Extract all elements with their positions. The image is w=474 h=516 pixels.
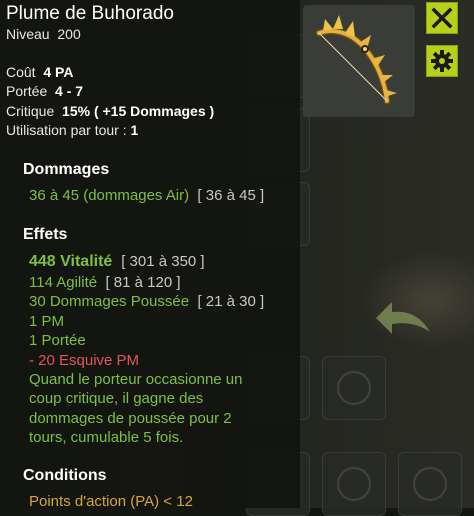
condition-line: Points d'action (PA) < 12	[29, 493, 193, 510]
effect-range: [ 21 à 30 ]	[197, 293, 265, 310]
equipment-slot[interactable]	[322, 356, 386, 420]
negative-effect: - 20 Esquive PM	[29, 352, 140, 369]
special-effect-line: coup critique, il gagne des	[29, 390, 204, 407]
uses-row: Utilisation par tour : 1	[6, 122, 138, 138]
effect-text: 448 Vitalité	[29, 253, 113, 270]
level-label: Niveau	[6, 26, 50, 42]
cost-row: Coût 4 PA	[6, 64, 73, 80]
range-label: Portée	[6, 83, 48, 99]
close-icon	[431, 7, 453, 29]
level-value: 200	[57, 26, 81, 42]
effect-range: [ 301 à 350 ]	[121, 253, 205, 270]
effect-line: 448 Vitalité [ 301 à 350 ]	[29, 253, 205, 271]
critical-value: 15% ( +15 Dommages )	[62, 103, 215, 119]
effect-line: 114 Agilité [ 81 à 120 ]	[29, 274, 181, 291]
damage-line: 36 à 45 (dommages Air) [ 36 à 45 ]	[29, 187, 264, 204]
range-value: 4 - 7	[55, 83, 84, 99]
effect-text: 114 Agilité	[29, 274, 98, 291]
cost-label: Coût	[6, 64, 36, 80]
damage-value: 36 à 45 (dommages Air)	[29, 187, 190, 204]
special-effect-line: Quand le porteur occasionne un	[29, 371, 243, 388]
damage-range: [ 36 à 45 ]	[197, 187, 265, 204]
critical-row: Critique 15% ( +15 Dommages )	[6, 103, 214, 119]
item-tooltip: Plume de Buhorado Niveau 200 Coût 4 PA P…	[0, 0, 300, 510]
uses-value: 1	[130, 122, 139, 138]
conditions-heading: Conditions	[23, 467, 107, 484]
cost-value: 4 PA	[43, 64, 74, 80]
equipment-slot[interactable]	[398, 452, 462, 516]
gear-icon	[431, 50, 453, 72]
bow-icon	[315, 15, 397, 105]
uses-label: Utilisation par tour :	[6, 122, 127, 138]
effect-text: 30 Dommages Poussée	[29, 293, 190, 310]
item-name: Plume de Buhorado	[6, 3, 174, 24]
damage-heading: Dommages	[23, 161, 110, 178]
effect-line: 30 Dommages Poussée [ 21 à 30 ]	[29, 293, 264, 310]
swap-arrow-icon	[376, 302, 430, 334]
close-button[interactable]	[426, 2, 458, 34]
range-row: Portée 4 - 7	[6, 83, 83, 99]
item-level: Niveau 200	[6, 26, 81, 42]
special-effect-line: dommages de poussée pour 2	[29, 410, 232, 427]
equipment-slot[interactable]	[322, 452, 386, 516]
settings-button[interactable]	[426, 45, 458, 77]
critical-label: Critique	[6, 103, 55, 119]
effect-line: 1 PM	[29, 313, 65, 330]
effect-line: 1 Portée	[29, 332, 86, 349]
effects-heading: Effets	[23, 226, 68, 243]
special-effect-line: tours, cumulable 5 fois.	[29, 429, 184, 446]
effect-range: [ 81 à 120 ]	[105, 274, 181, 291]
item-image	[303, 5, 415, 117]
